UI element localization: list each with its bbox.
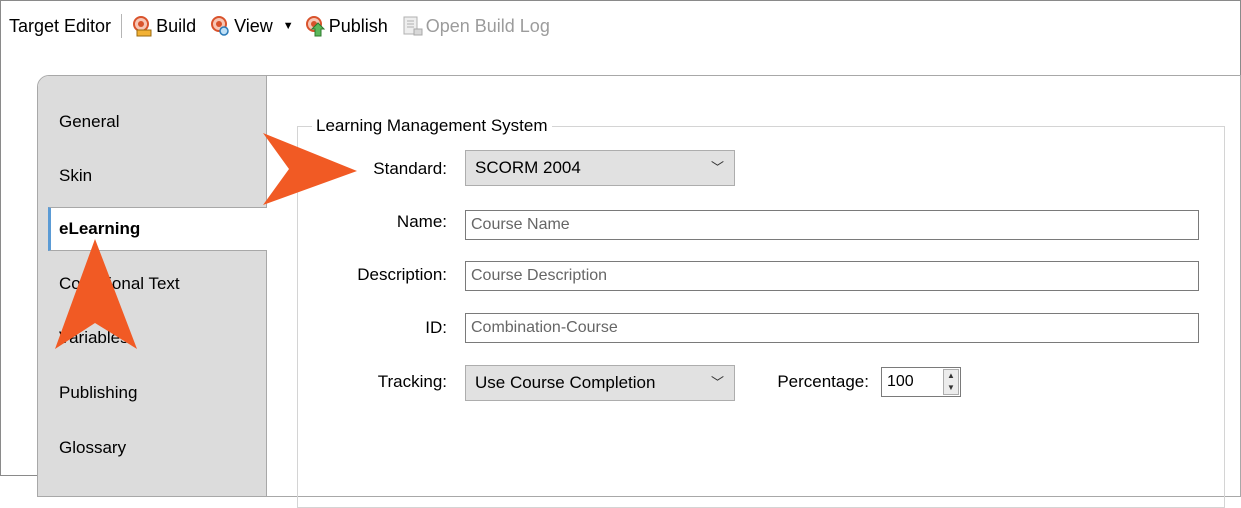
callout-arrow-elearning-tab (55, 239, 137, 349)
tab-publishing[interactable]: Publishing (48, 371, 266, 415)
standard-dropdown[interactable]: SCORM 2004 ﹀ (465, 150, 735, 186)
publish-label: Publish (328, 15, 388, 36)
toolbar-separator (121, 14, 123, 38)
stepper-up-icon[interactable]: ▲ (944, 370, 958, 382)
build-log-icon (403, 16, 423, 36)
percentage-value: 100 (887, 373, 914, 390)
id-field[interactable]: Combination-Course (465, 313, 1199, 343)
editor-title: Target Editor (9, 15, 112, 36)
tracking-dropdown[interactable]: Use Course Completion ﹀ (465, 365, 735, 401)
view-icon (211, 16, 229, 36)
name-field[interactable]: Course Name (465, 210, 1199, 240)
tracking-label: Tracking: (377, 372, 447, 391)
build-label: Build (156, 15, 197, 36)
build-icon (133, 16, 152, 37)
name-label: Name: (396, 212, 447, 231)
tab-skin[interactable]: Skin (48, 154, 266, 198)
tab-general[interactable]: General (48, 100, 266, 144)
view-label: View (234, 15, 273, 36)
callout-arrow-standard (263, 133, 357, 205)
percentage-label: Percentage: (777, 372, 869, 391)
build-button[interactable]: Build (131, 15, 196, 37)
standard-value: SCORM 2004 (475, 158, 581, 177)
view-button[interactable]: View (209, 15, 273, 37)
description-label: Description: (357, 265, 447, 284)
chevron-down-icon: ﹀ (710, 160, 724, 175)
stepper-down-icon[interactable]: ▼ (944, 382, 958, 394)
percentage-stepper[interactable]: 100 ▲ ▼ (881, 367, 961, 397)
editor-tab-panel: General Skin eLearning Conditional Text … (37, 75, 1241, 508)
description-field[interactable]: Course Description (465, 261, 1199, 291)
stepper-buttons[interactable]: ▲ ▼ (943, 369, 959, 395)
tab-glossary[interactable]: Glossary (48, 426, 266, 470)
publish-icon (305, 16, 325, 37)
tracking-value: Use Course Completion (475, 373, 656, 392)
target-editor-window: Target Editor Build View ▼ Publish Open … (0, 0, 1241, 508)
open-build-log-label: Open Build Log (425, 15, 550, 36)
elearning-settings: Learning Management System Standard: SCO… (267, 76, 1239, 508)
view-dropdown-arrow-icon[interactable]: ▼ (283, 20, 294, 32)
publish-button[interactable]: Publish (304, 15, 388, 37)
toolbar: Target Editor Build View ▼ Publish Open … (1, 1, 1240, 51)
open-build-log-button[interactable]: Open Build Log (401, 15, 550, 37)
id-label: ID: (425, 318, 447, 337)
